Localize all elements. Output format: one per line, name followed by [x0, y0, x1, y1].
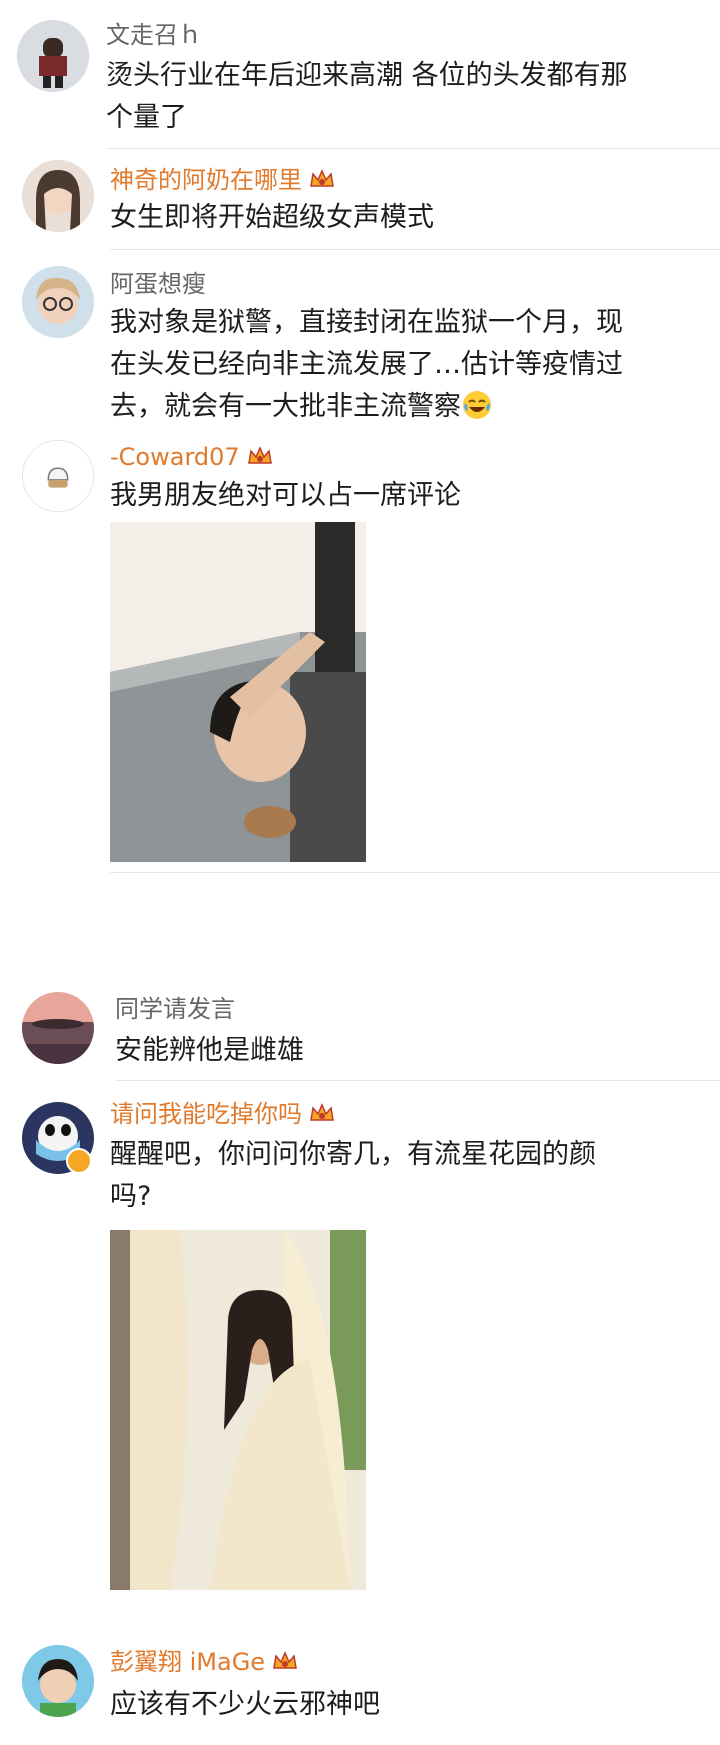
crown-badge-icon	[271, 1649, 299, 1673]
comment-item: 阿蛋想瘦 我对象是狱警，直接封闭在监狱一个月，现在头发已经向非主流发展了…估计等…	[0, 250, 720, 430]
username[interactable]: -Coward07	[110, 440, 274, 474]
comment-text: 我对象是狱警，直接封闭在监狱一个月，现在头发已经向非主流发展了…估计等疫情过去，…	[110, 302, 630, 428]
comment-item: -Coward07 我男朋友绝对可以占一席评论	[0, 430, 720, 968]
avatar[interactable]	[17, 20, 89, 92]
avatar[interactable]	[22, 266, 94, 338]
username[interactable]: 文走召ｈ	[106, 18, 202, 52]
username[interactable]: 同学请发言	[115, 992, 235, 1026]
verified-badge-icon	[66, 1148, 92, 1174]
avatar[interactable]	[22, 1645, 94, 1717]
comment-item: 文走召ｈ 烫头行业在年后迎来高潮 各位的头发都有那个量了	[0, 0, 720, 150]
comment-item: 神奇的阿奶在哪里 女生即将开始超级女声模式	[0, 150, 720, 250]
username-label[interactable]: 神奇的阿奶在哪里	[110, 166, 302, 194]
comment-photo[interactable]	[110, 1230, 366, 1590]
username[interactable]: 请问我能吃掉你吗	[110, 1097, 336, 1131]
avatar[interactable]	[22, 160, 94, 232]
avatar[interactable]	[22, 992, 94, 1064]
comment-text: 烫头行业在年后迎来高潮 各位的头发都有那个量了	[106, 60, 628, 133]
username-label[interactable]: 彭翼翔 iMaGe	[110, 1648, 265, 1676]
comment-photo[interactable]	[110, 522, 366, 862]
username-label[interactable]: -Coward07	[110, 443, 240, 471]
comment-text: 我男朋友绝对可以占一席评论	[110, 480, 461, 511]
avatar[interactable]	[22, 440, 94, 512]
username[interactable]: 彭翼翔 iMaGe	[110, 1645, 299, 1679]
comment-text: 应该有不少火云邪神吧	[110, 1689, 380, 1720]
crown-badge-icon	[246, 444, 274, 468]
username-label[interactable]: 请问我能吃掉你吗	[110, 1100, 302, 1128]
comment-text-body: 我对象是狱警，直接封闭在监狱一个月，现在头发已经向非主流发展了…估计等疫情过去，…	[110, 307, 623, 422]
comment-item: 同学请发言 安能辨他是雌雄	[0, 972, 720, 1082]
comment-text: 女生即将开始超级女声模式	[110, 202, 434, 233]
comment-text: 安能辨他是雌雄	[115, 1035, 304, 1066]
comment-text: 醒醒吧，你问问你寄几，有流星花园的颜吗?	[110, 1139, 596, 1212]
crown-badge-icon	[308, 1101, 336, 1125]
divider	[110, 872, 720, 873]
divider	[106, 148, 720, 149]
divider	[115, 1080, 720, 1081]
username[interactable]: 阿蛋想瘦	[110, 267, 206, 301]
username[interactable]: 神奇的阿奶在哪里	[110, 163, 336, 197]
crown-badge-icon	[308, 167, 336, 191]
comment-item: 彭翼翔 iMaGe 应该有不少火云邪神吧	[0, 1630, 720, 1745]
comment-item: 请问我能吃掉你吗 醒醒吧，你问问你寄几，有流星花园的颜吗?	[0, 1082, 720, 1622]
laughing-tears-emoji-icon	[461, 389, 493, 421]
